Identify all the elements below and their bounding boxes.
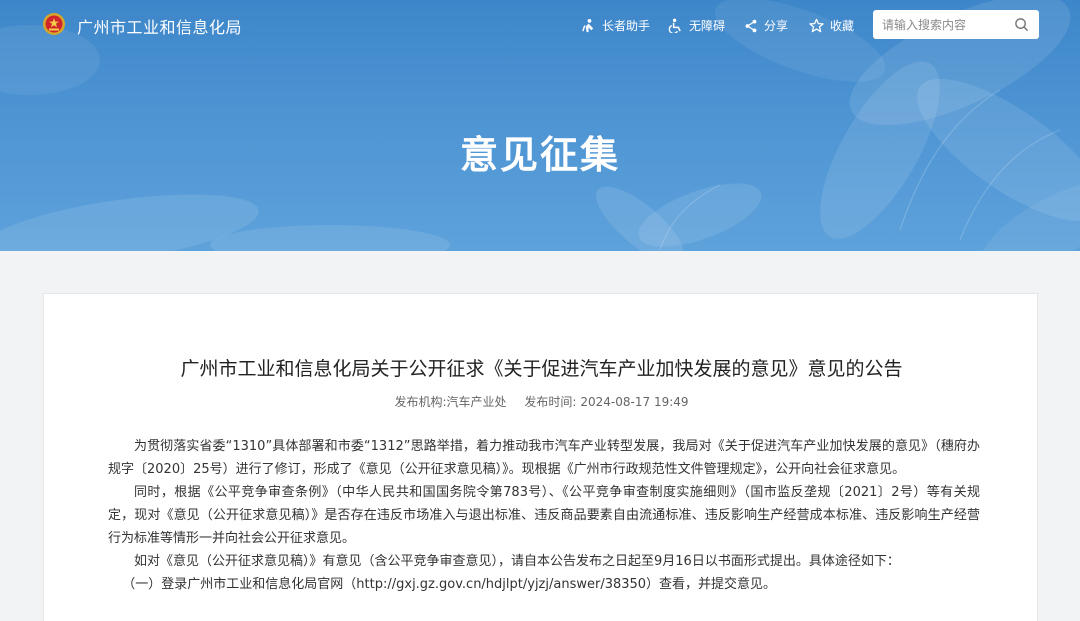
paragraph: 如对《意见（公开征求意见稿）》有意见（含公平竞争审查意见），请自本公告发布之日起… — [134, 554, 900, 569]
search-input[interactable] — [873, 11, 1003, 38]
banner-title: 意见征集 — [459, 133, 620, 177]
search-box — [873, 10, 1039, 39]
publish-time-value: 2024-08-17 19:49 — [580, 395, 689, 409]
accessibility-link[interactable]: 无障碍 — [668, 17, 725, 34]
accessibility-icon — [668, 18, 681, 33]
article-meta: 发布机构:汽车产业处 发布时间: 2024-08-17 19:49 — [44, 393, 1039, 410]
publisher-value: 汽车产业处 — [446, 395, 507, 409]
publisher-info: 发布机构:汽车产业处 — [394, 395, 506, 409]
article-title: 广州市工业和信息化局关于公开征求《关于促进汽车产业加快发展的意见》意见的公告 — [180, 358, 903, 380]
elder-helper-link[interactable]: 长者助手 — [581, 17, 650, 34]
paragraph: 同时，根据《公平竞争审查条例》（中华人民共和国国务院令第783号）、《公平竞争审… — [108, 485, 980, 546]
paragraph: 为贯彻落实省委“1310”具体部署和市委“1312”思路举措，着力推动我市汽车产… — [108, 439, 980, 477]
site-title[interactable]: 广州市工业和信息化局 — [77, 14, 242, 38]
article-card: 广州市工业和信息化局关于公开征求《关于促进汽车产业加快发展的意见》意见的公告 发… — [43, 293, 1038, 621]
favorite-label: 收藏 — [830, 19, 855, 33]
search-icon[interactable] — [1014, 17, 1029, 32]
top-bar: 广州市工业和信息化局 长者助手 无障碍 分享 收藏 请输入搜索内容 — [0, 0, 1080, 50]
publisher-label: 发布机构: — [394, 395, 447, 409]
share-icon — [745, 19, 757, 32]
share-label: 分享 — [764, 19, 789, 33]
header-banner: 广州市工业和信息化局 长者助手 无障碍 分享 收藏 请输入搜索内容 意见征集 — [0, 0, 1080, 251]
article-body: 为贯彻落实省委“1310”具体部署和市委“1312”思路举措，着力推动我市汽车产… — [108, 435, 980, 596]
elder-helper-label: 长者助手 — [602, 19, 651, 33]
publish-time-label: 发布时间: — [524, 395, 577, 409]
accessibility-label: 无障碍 — [689, 19, 726, 33]
elder-helper-icon — [582, 18, 594, 33]
list-item[interactable]: （一）登录广州市工业和信息化局官网（http://gxj.gz.gov.cn/h… — [108, 573, 980, 596]
publish-time-info: 发布时间: 2024-08-17 19:49 — [524, 395, 688, 409]
star-icon — [809, 18, 824, 33]
national-emblem-icon — [43, 13, 65, 35]
favorite-link[interactable]: 收藏 — [809, 17, 854, 34]
share-link[interactable]: 分享 — [744, 17, 788, 34]
